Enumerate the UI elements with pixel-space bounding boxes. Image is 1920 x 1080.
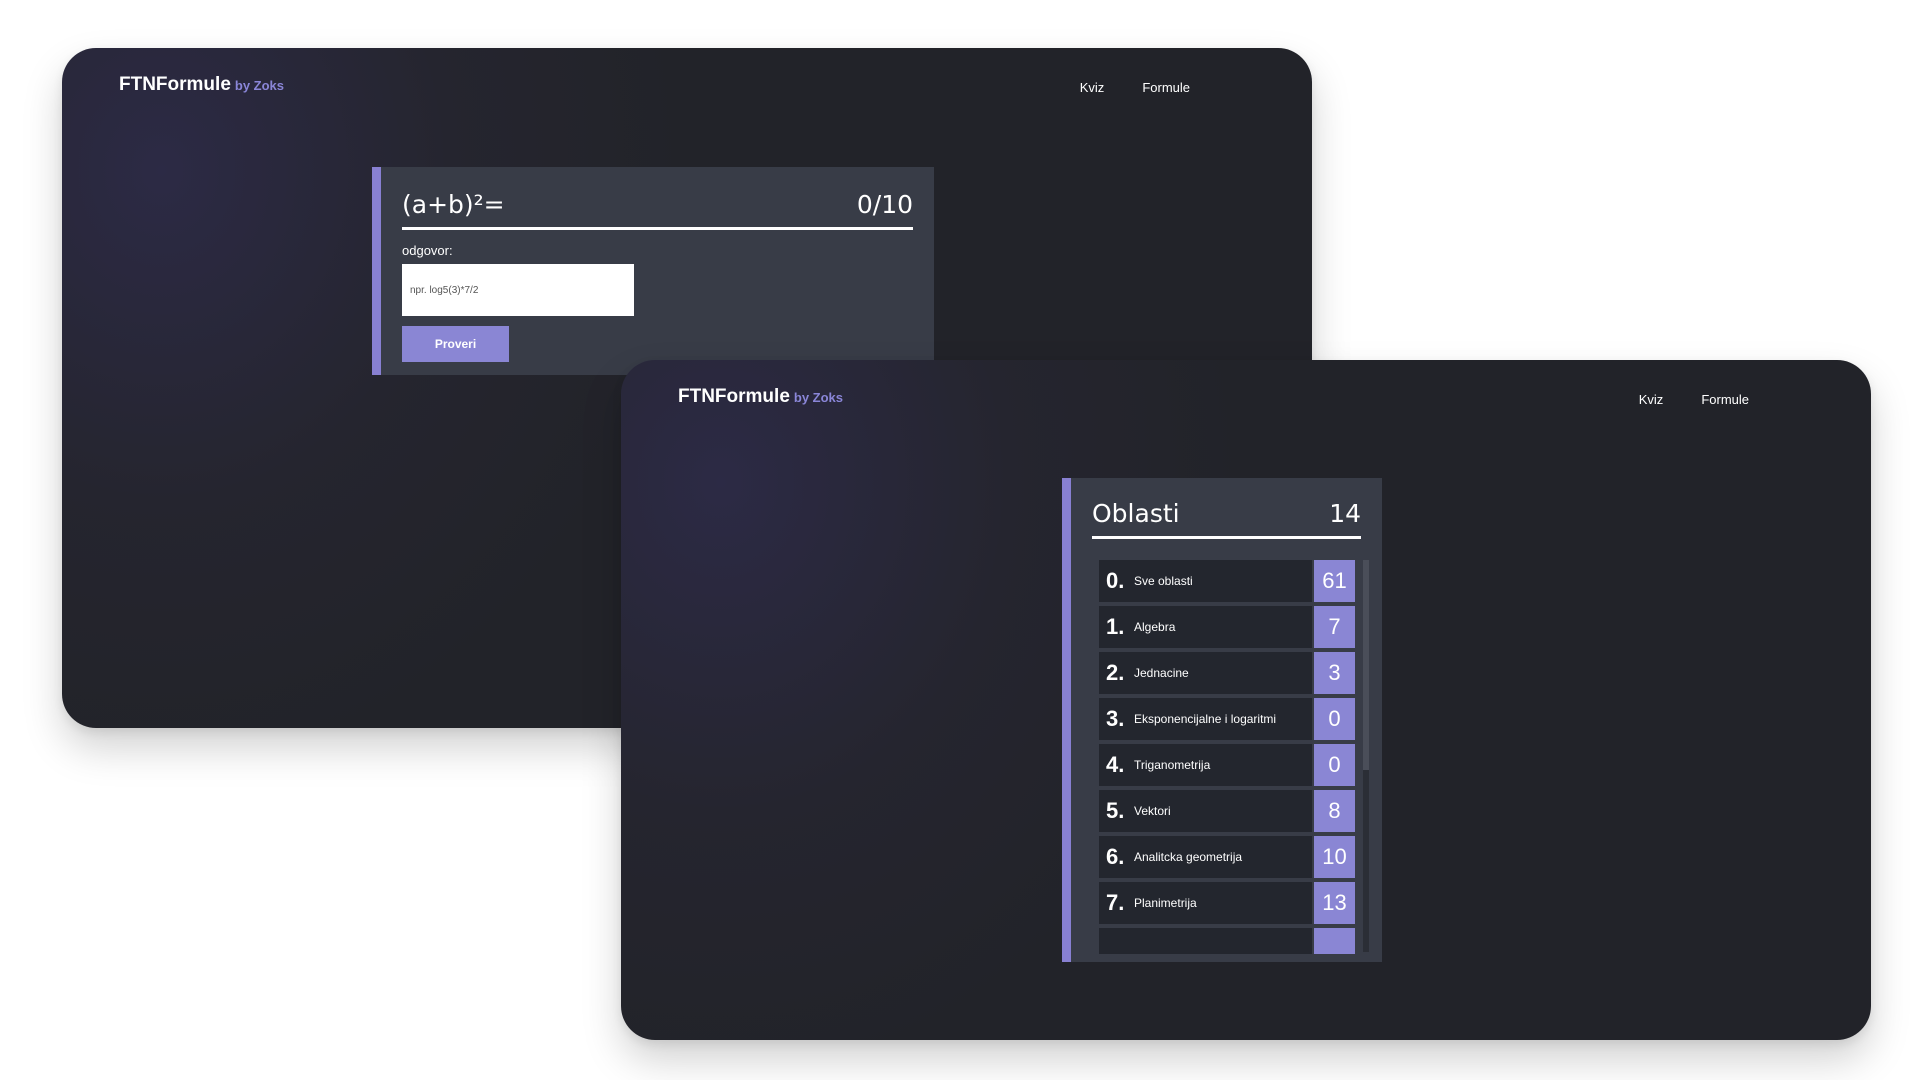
nav-link-formulas[interactable]: Formule: [1142, 80, 1190, 95]
area-row[interactable]: 2. Jednacine 3: [1099, 652, 1355, 694]
area-main: 5. Vektori: [1099, 790, 1312, 832]
quiz-card: (a+b)²= 0/10 odgovor: Proveri: [372, 167, 934, 375]
area-count-badge: 13: [1314, 882, 1355, 924]
area-row[interactable]: [1099, 928, 1355, 954]
area-count-badge: [1314, 928, 1355, 954]
area-name: Planimetrija: [1134, 896, 1197, 910]
brand-by: by Zoks: [234, 78, 285, 93]
area-name: Vektori: [1134, 804, 1171, 818]
areas-scrollbar[interactable]: [1363, 560, 1369, 952]
areas-list: 0. Sve oblasti 61 1. Algebra 7 2. Jednac…: [1099, 560, 1355, 954]
brand-logo[interactable]: FTNFormule by Zoks: [119, 74, 284, 96]
area-name: Algebra: [1134, 620, 1176, 634]
area-number: 0.: [1106, 568, 1125, 593]
area-name: Triganometrija: [1134, 758, 1211, 772]
areas-header: Oblasti 14: [1092, 490, 1361, 539]
area-number: 5.: [1106, 798, 1125, 823]
area-row[interactable]: 3. Eksponencijalne i logaritmi 0: [1099, 698, 1355, 740]
answer-label: odgovor:: [402, 243, 453, 258]
area-main: 4. Triganometrija: [1099, 744, 1312, 786]
quiz-score: 0/10: [856, 189, 913, 219]
brand-name: FTNFormule: [678, 386, 790, 407]
nav-link-quiz[interactable]: Kviz: [1639, 392, 1664, 407]
area-count-badge: 0: [1314, 744, 1355, 786]
area-row[interactable]: 7. Planimetrija 13: [1099, 882, 1355, 924]
area-count-badge: 7: [1314, 606, 1355, 648]
check-button[interactable]: Proveri: [402, 326, 509, 362]
area-count-badge: 8: [1314, 790, 1355, 832]
area-name: Analitcka geometrija: [1134, 850, 1243, 864]
area-main: 7. Planimetrija: [1099, 882, 1312, 924]
area-main: [1099, 928, 1312, 954]
area-number: 4.: [1106, 752, 1125, 777]
areas-title: Oblasti: [1092, 498, 1180, 528]
area-number: 1.: [1106, 614, 1125, 639]
scrollbar-thumb[interactable]: [1363, 560, 1369, 770]
area-main: 0. Sve oblasti: [1099, 560, 1312, 602]
area-number: 3.: [1106, 706, 1125, 731]
area-name: Eksponencijalne i logaritmi: [1134, 712, 1277, 726]
area-main: 2. Jednacine: [1099, 652, 1312, 694]
area-row[interactable]: 4. Triganometrija 0: [1099, 744, 1355, 786]
area-row[interactable]: 5. Vektori 8: [1099, 790, 1355, 832]
area-count-badge: 61: [1314, 560, 1355, 602]
answer-input[interactable]: [402, 264, 634, 316]
area-name: Sve oblasti: [1134, 574, 1193, 588]
area-name: Jednacine: [1134, 666, 1189, 680]
area-main: 3. Eksponencijalne i logaritmi: [1099, 698, 1312, 740]
area-main: 1. Algebra: [1099, 606, 1312, 648]
area-count-badge: 10: [1314, 836, 1355, 878]
brand-name: FTNFormule: [119, 74, 231, 95]
nav-link-quiz[interactable]: Kviz: [1080, 80, 1105, 95]
top-nav: Kviz Formule: [1639, 392, 1749, 407]
areas-total: 14: [1329, 498, 1361, 528]
area-number: 7.: [1106, 890, 1125, 915]
area-count-badge: 3: [1314, 652, 1355, 694]
quiz-question: (a+b)²=: [402, 189, 505, 219]
areas-screen: FTNFormule by Zoks Kviz Formule Oblasti 1…: [621, 360, 1871, 1040]
area-count-badge: 0: [1314, 698, 1355, 740]
quiz-header: (a+b)²= 0/10: [402, 181, 913, 230]
area-row[interactable]: 1. Algebra 7: [1099, 606, 1355, 648]
area-number: 2.: [1106, 660, 1125, 685]
area-row[interactable]: 0. Sve oblasti 61: [1099, 560, 1355, 602]
brand-logo[interactable]: FTNFormule by Zoks: [678, 386, 843, 408]
nav-link-formulas[interactable]: Formule: [1701, 392, 1749, 407]
brand-by: by Zoks: [793, 390, 844, 405]
area-number: 6.: [1106, 844, 1125, 869]
top-nav: Kviz Formule: [1080, 80, 1190, 95]
area-main: 6. Analitcka geometrija: [1099, 836, 1312, 878]
area-row[interactable]: 6. Analitcka geometrija 10: [1099, 836, 1355, 878]
areas-card: Oblasti 14 0. Sve oblasti 61 1. Algebra …: [1062, 478, 1382, 962]
